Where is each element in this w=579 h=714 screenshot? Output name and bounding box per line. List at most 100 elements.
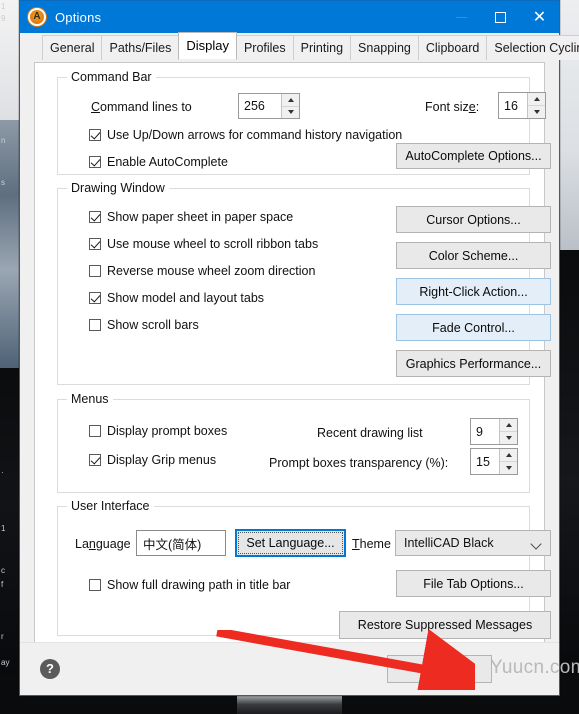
dialog-footer: ? OK Yuucn.com	[20, 642, 579, 695]
checkbox-scroll-bars[interactable]: Show scroll bars	[89, 318, 199, 332]
command-bar-legend: Command Bar	[67, 70, 156, 84]
checkbox-display-grip-menus-label: Display Grip menus	[107, 453, 217, 467]
help-question-icon[interactable]: ?	[40, 659, 60, 679]
checkbox-display-prompt-boxes[interactable]: Display prompt boxes	[89, 424, 227, 438]
command-lines-value[interactable]: 256	[239, 94, 281, 118]
display-tab-panel: Command Bar Command lines to 256 Font si…	[34, 62, 551, 644]
checkbox-mouse-wheel-ribbon-label: Use mouse wheel to scroll ribbon tabs	[107, 237, 319, 251]
checkbox-full-drawing-path-label: Show full drawing path in title bar	[107, 578, 291, 592]
right-click-action-button[interactable]: Right-Click Action...	[396, 278, 551, 305]
tab-paths-files[interactable]: Paths/Files	[101, 35, 180, 60]
command-lines-up-button[interactable]	[282, 94, 299, 107]
checkbox-reverse-zoom-label: Reverse mouse wheel zoom direction	[107, 264, 316, 278]
recent-drawing-up-button[interactable]	[500, 419, 517, 432]
checkbox-reverse-zoom-box[interactable]	[89, 265, 101, 277]
chevron-down-icon	[505, 466, 512, 470]
bg-edge-text-5: 1	[1, 524, 6, 533]
tab-selection-cycling[interactable]: Selection Cycling	[486, 35, 579, 60]
tab-snapping[interactable]: Snapping	[350, 35, 419, 60]
checkbox-mouse-wheel-ribbon-box[interactable]	[89, 238, 101, 250]
tab-printing[interactable]: Printing	[292, 35, 352, 60]
checkbox-model-layout-tabs-box[interactable]	[89, 292, 101, 304]
theme-dropdown[interactable]: IntelliCAD Black	[395, 530, 551, 556]
checkbox-paper-sheet-label: Show paper sheet in paper space	[107, 210, 294, 224]
chevron-down-icon	[533, 110, 540, 114]
fade-control-button[interactable]: Fade Control...	[396, 314, 551, 341]
font-size-arrows[interactable]	[527, 93, 545, 118]
language-field[interactable]: 中文(简体)	[136, 530, 226, 556]
restore-suppressed-messages-button[interactable]: Restore Suppressed Messages	[339, 611, 551, 639]
drawing-window-legend: Drawing Window	[67, 181, 169, 195]
set-language-button[interactable]: Set Language...	[235, 529, 346, 557]
tab-display[interactable]: Display	[178, 32, 237, 59]
chevron-down-icon	[505, 436, 512, 440]
minimize-button[interactable]	[442, 1, 481, 33]
checkbox-updown-arrows[interactable]: Use Up/Down arrows for command history n…	[89, 128, 402, 142]
font-size-value[interactable]: 16	[499, 93, 527, 118]
language-label: Language	[75, 537, 131, 551]
recent-drawing-list-value[interactable]: 9	[471, 419, 499, 444]
maximize-button[interactable]	[481, 1, 520, 33]
prompt-transparency-down-button[interactable]	[500, 462, 517, 474]
checkbox-autocomplete-label: Enable AutoComplete	[107, 155, 228, 169]
prompt-transparency-label: Prompt boxes transparency (%):	[269, 456, 449, 470]
prompt-transparency-stepper[interactable]: 15	[470, 448, 518, 475]
close-icon: ✕	[532, 7, 547, 26]
checkbox-updown-arrows-box[interactable]	[89, 129, 101, 141]
tab-general[interactable]: General	[42, 35, 103, 60]
color-scheme-button[interactable]: Color Scheme...	[396, 242, 551, 269]
recent-drawing-list-arrows[interactable]	[499, 419, 517, 444]
checkbox-mouse-wheel-ribbon[interactable]: Use mouse wheel to scroll ribbon tabs	[89, 237, 318, 251]
font-size-label: Font size:	[425, 100, 480, 114]
autocomplete-options-button[interactable]: AutoComplete Options...	[396, 143, 551, 169]
command-lines-label-text: ommand lines to	[100, 100, 192, 114]
theme-label: Theme	[352, 537, 391, 551]
checkbox-reverse-zoom[interactable]: Reverse mouse wheel zoom direction	[89, 264, 315, 278]
bg-edge-text-3: s	[1, 178, 5, 187]
chevron-down-icon	[287, 110, 294, 115]
font-size-down-button[interactable]	[528, 106, 545, 118]
bg-edge-text-2: n	[1, 136, 6, 145]
tab-clipboard[interactable]: Clipboard	[417, 35, 488, 60]
command-lines-down-button[interactable]	[282, 107, 299, 119]
options-dialog: Options ✕ General Paths/Files Display Pr…	[19, 0, 579, 696]
bg-edge-text-7: f	[1, 580, 4, 589]
checkbox-display-prompt-boxes-box[interactable]	[89, 425, 101, 437]
tab-profiles[interactable]: Profiles	[235, 35, 294, 60]
prompt-transparency-value[interactable]: 15	[471, 449, 499, 474]
checkbox-display-grip-menus[interactable]: Display Grip menus	[89, 453, 216, 467]
font-size-stepper[interactable]: 16	[498, 92, 546, 119]
command-lines-label: Command lines to	[91, 100, 192, 114]
command-lines-stepper[interactable]: 256	[238, 93, 300, 119]
checkbox-model-layout-tabs[interactable]: Show model and layout tabs	[89, 291, 264, 305]
checkbox-autocomplete-box[interactable]	[89, 156, 101, 168]
checkbox-display-grip-menus-box[interactable]	[89, 454, 101, 466]
checkbox-full-drawing-path-box[interactable]	[89, 579, 101, 591]
recent-drawing-down-button[interactable]	[500, 432, 517, 444]
bg-edge-text-4: ·	[1, 468, 4, 477]
checkbox-paper-sheet-box[interactable]	[89, 211, 101, 223]
menus-legend: Menus	[67, 392, 113, 406]
ok-button[interactable]: OK	[387, 655, 492, 683]
close-button[interactable]: ✕	[520, 1, 559, 33]
font-size-up-button[interactable]	[528, 93, 545, 106]
checkbox-autocomplete[interactable]: Enable AutoComplete	[89, 155, 228, 169]
chevron-up-icon	[505, 423, 512, 427]
ok-button-label: OK	[430, 662, 449, 676]
prompt-transparency-up-button[interactable]	[500, 449, 517, 462]
checkbox-display-prompt-boxes-label: Display prompt boxes	[107, 424, 228, 438]
checkbox-full-drawing-path[interactable]: Show full drawing path in title bar	[89, 578, 290, 592]
bg-edge-text-8: r	[1, 632, 4, 641]
bg-edge-text-1: 9	[1, 14, 6, 23]
prompt-transparency-arrows[interactable]	[499, 449, 517, 474]
cursor-options-button[interactable]: Cursor Options...	[396, 206, 551, 233]
bg-edge-text-6: c	[1, 566, 5, 575]
checkbox-scroll-bars-box[interactable]	[89, 319, 101, 331]
graphics-performance-button[interactable]: Graphics Performance...	[396, 350, 551, 377]
checkbox-paper-sheet[interactable]: Show paper sheet in paper space	[89, 210, 293, 224]
file-tab-options-button[interactable]: File Tab Options...	[396, 570, 551, 597]
recent-drawing-list-stepper[interactable]: 9	[470, 418, 518, 445]
window-controls: ✕	[442, 1, 559, 33]
maximize-icon	[495, 11, 506, 23]
command-lines-arrows[interactable]	[281, 94, 299, 118]
